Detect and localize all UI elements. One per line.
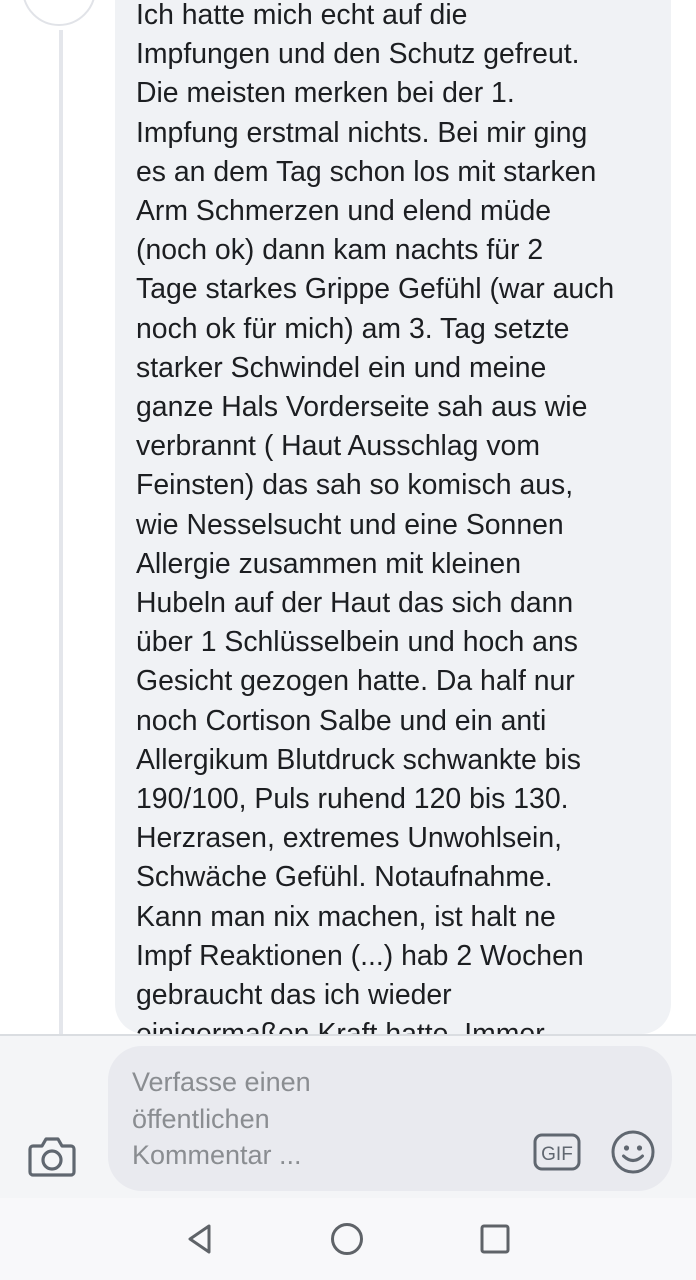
nav-recents-square-icon: [480, 1224, 510, 1254]
nav-back-triangle-icon: [188, 1224, 211, 1254]
smiley-icon: [611, 1130, 655, 1174]
gif-icon: GIF: [533, 1133, 581, 1171]
comment-thread-line: [59, 30, 63, 1034]
camera-icon: [28, 1137, 76, 1177]
nav-home-circle-icon: [331, 1223, 363, 1255]
gif-label: GIF: [541, 1144, 573, 1165]
gif-button[interactable]: GIF: [532, 1132, 582, 1172]
nav-back-button[interactable]: [176, 1216, 222, 1262]
commenter-avatar[interactable]: [22, 0, 96, 26]
comment-text: Ich hatte mich echt auf die Impfungen un…: [136, 0, 615, 1034]
nav-home-button[interactable]: [324, 1216, 370, 1262]
comment-bubble[interactable]: Ich hatte mich echt auf die Impfungen un…: [115, 0, 671, 1034]
nav-recents-button[interactable]: [472, 1216, 518, 1262]
comment-input[interactable]: Verfasse einen öffentlichen Kommentar ..…: [108, 1046, 672, 1191]
comment-input-placeholder: Verfasse einen öffentlichen Kommentar ..…: [132, 1067, 311, 1170]
system-navigation-bar: [0, 1198, 696, 1280]
camera-button[interactable]: [22, 1126, 82, 1186]
emoji-button[interactable]: [610, 1129, 656, 1175]
